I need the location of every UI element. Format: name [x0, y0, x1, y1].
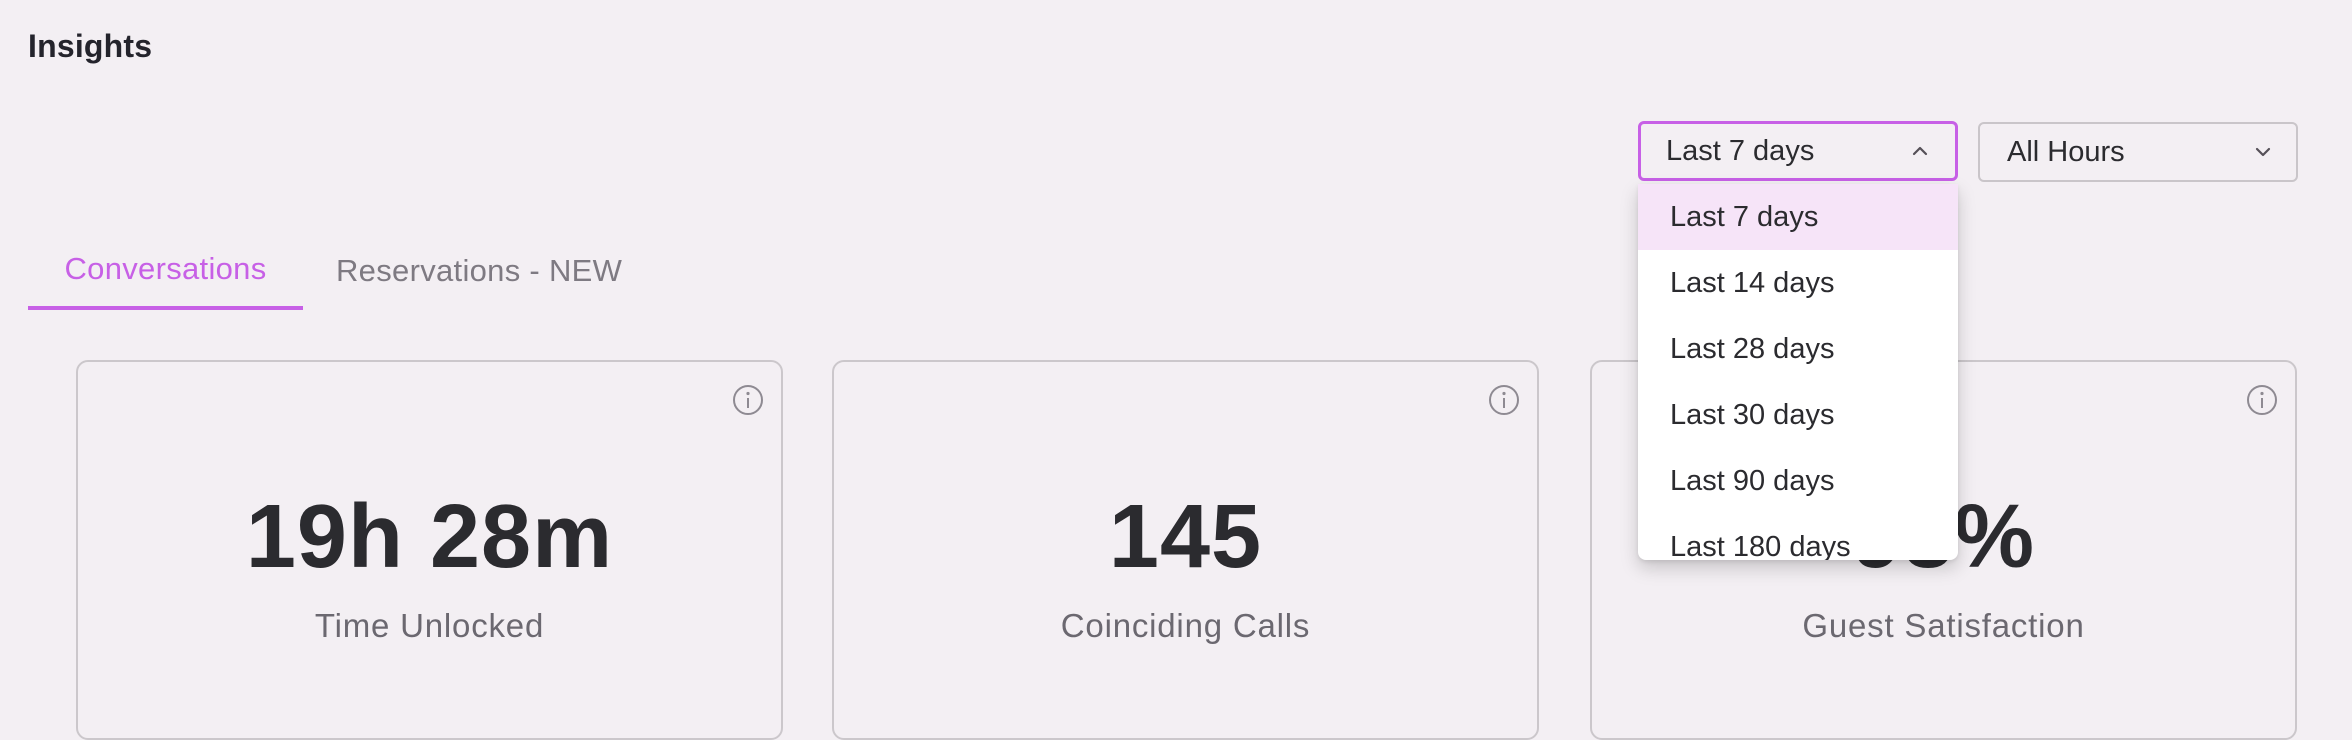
date-range-option-30[interactable]: Last 30 days: [1638, 382, 1958, 448]
date-range-option-180[interactable]: Last 180 days: [1638, 514, 1958, 561]
tab-conversations[interactable]: Conversations: [28, 232, 303, 310]
chevron-down-icon: [2248, 137, 2278, 167]
info-icon[interactable]: [1488, 384, 1520, 416]
metric-value: 19h 28m: [245, 487, 614, 587]
date-range-dropdown-menu: Last 7 days Last 14 days Last 28 days La…: [1638, 184, 1958, 560]
hours-select[interactable]: All Hours: [1978, 122, 2298, 182]
metric-card-coinciding-calls: 145 Coinciding Calls: [832, 360, 1539, 740]
tab-reservations[interactable]: Reservations - NEW: [303, 232, 622, 310]
metric-label: Guest Satisfaction: [1802, 607, 2085, 644]
metric-label: Coinciding Calls: [1060, 607, 1311, 644]
info-icon[interactable]: [732, 384, 764, 416]
date-range-option-90[interactable]: Last 90 days: [1638, 448, 1958, 514]
metric-value: 145: [1108, 487, 1263, 587]
date-range-select[interactable]: Last 7 days: [1638, 121, 1958, 181]
hours-selected-value: All Hours: [2007, 135, 2125, 168]
insights-tabs: Conversations Reservations - NEW: [28, 232, 622, 310]
metric-card-time-unlocked: 19h 28m Time Unlocked: [76, 360, 783, 740]
metric-label: Time Unlocked: [314, 607, 545, 644]
date-range-option-14[interactable]: Last 14 days: [1638, 250, 1958, 316]
page-title: Insights: [28, 28, 153, 64]
info-icon[interactable]: [2246, 384, 2278, 416]
date-range-option-28[interactable]: Last 28 days: [1638, 316, 1958, 382]
date-range-option-7[interactable]: Last 7 days: [1638, 184, 1958, 250]
chevron-up-icon: [1905, 136, 1935, 166]
date-range-selected-value: Last 7 days: [1666, 134, 1815, 167]
